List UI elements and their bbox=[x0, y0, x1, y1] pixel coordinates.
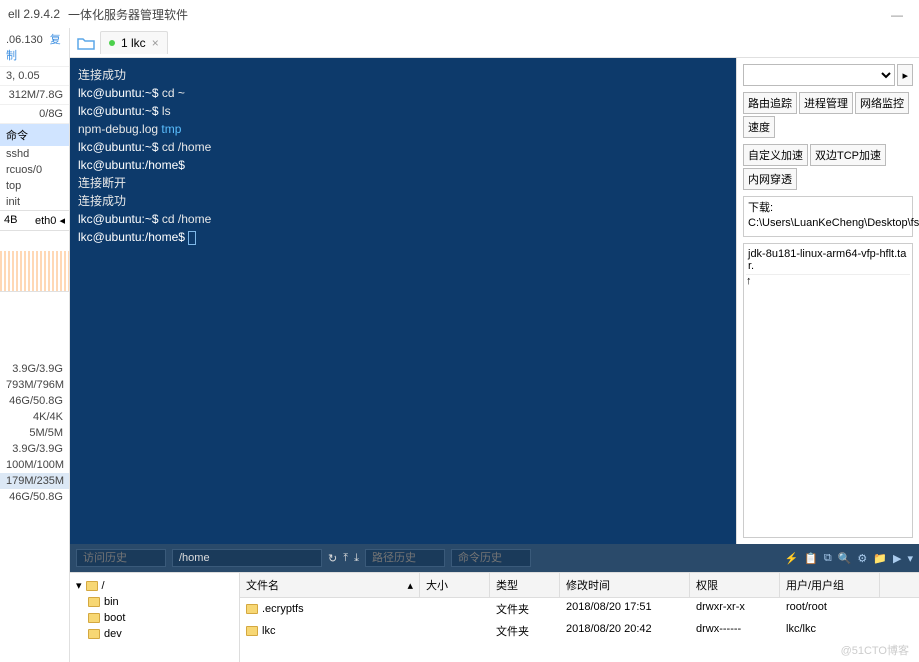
sidebar-loadavg: 3, 0.05 bbox=[0, 67, 69, 86]
tree-node[interactable]: bin bbox=[74, 594, 235, 610]
sidebar: .06.130 复制 3, 0.05 312M/7.8G 0/8G 命令 ssh… bbox=[0, 28, 70, 662]
cmd-history-input[interactable] bbox=[451, 549, 531, 567]
sidebar-graph1 bbox=[0, 231, 69, 291]
sidebar-stat: 179M/235M bbox=[0, 473, 69, 489]
sidebar-stat: 793M/796M bbox=[0, 377, 69, 393]
sidebar-eth: 4B eth0 ◂ bbox=[0, 210, 69, 231]
visit-history-input[interactable] bbox=[76, 549, 166, 567]
file-tree[interactable]: ▾/binbootdev bbox=[70, 573, 240, 662]
upload-arrow-icon: ↑ bbox=[746, 275, 910, 287]
search-icon[interactable]: 🔍 bbox=[838, 552, 852, 565]
tree-node[interactable]: boot bbox=[74, 610, 235, 626]
download-info: 下载: C:\Users\LuanKeCheng\Desktop\fsdownl… bbox=[743, 196, 913, 237]
sidebar-graph2 bbox=[0, 291, 69, 361]
tool-button[interactable]: 自定义加速 bbox=[743, 144, 808, 166]
terminal[interactable]: 连接成功lkc@ubuntu:~$ cd ~lkc@ubuntu:~$ lsnp… bbox=[70, 58, 736, 544]
tool-button[interactable]: 内网穿透 bbox=[743, 168, 797, 190]
close-icon[interactable]: × bbox=[152, 36, 159, 50]
tab-session[interactable]: 1 lkc × bbox=[100, 31, 168, 54]
chevron-down-icon[interactable]: ▾ bbox=[907, 552, 913, 565]
table-row[interactable]: .ecryptfs文件夹2018/08/20 17:51drwxr-xr-xro… bbox=[240, 598, 919, 620]
tool-button[interactable]: 进程管理 bbox=[799, 92, 853, 114]
upload-icon[interactable]: ⤒ bbox=[343, 552, 348, 565]
sidebar-stat: 3.9G/3.9G bbox=[0, 361, 69, 377]
file-browser: ▾/binbootdev 文件名 ▴ 大小 类型 修改时间 权限 用户/用户组 … bbox=[70, 572, 919, 662]
watermark: @51CTO博客 bbox=[841, 642, 909, 658]
sidebar-process[interactable]: top bbox=[0, 178, 69, 194]
col-perm[interactable]: 权限 bbox=[690, 573, 780, 597]
clipboard-icon[interactable]: 📋 bbox=[804, 552, 818, 565]
transfer-file[interactable]: jdk-8u181-linux-arm64-vfp-hflt.tar. bbox=[746, 246, 910, 275]
sidebar-stat: 4K/4K bbox=[0, 409, 69, 425]
sidebar-stat: 46G/50.8G bbox=[0, 393, 69, 409]
file-list: 文件名 ▴ 大小 类型 修改时间 权限 用户/用户组 .ecryptfs文件夹2… bbox=[240, 573, 919, 662]
transfer-list: jdk-8u181-linux-arm64-vfp-hflt.tar. ↑ bbox=[743, 243, 913, 538]
col-type[interactable]: 类型 bbox=[490, 573, 560, 597]
tab-bar: 1 lkc × bbox=[70, 28, 919, 58]
gear-icon[interactable]: ⚙ bbox=[857, 552, 867, 565]
path-input[interactable] bbox=[172, 549, 322, 567]
sidebar-ip: .06.130 复制 bbox=[0, 28, 69, 67]
col-name[interactable]: 文件名 ▴ bbox=[240, 573, 420, 597]
sidebar-process[interactable]: rcuos/0 bbox=[0, 162, 69, 178]
titlebar: ell 2.9.4.2 一体化服务器管理软件 — bbox=[0, 0, 919, 28]
open-folder-icon[interactable] bbox=[76, 34, 96, 52]
sidebar-stat: 5M/5M bbox=[0, 425, 69, 441]
tool-button[interactable]: 速度 bbox=[743, 116, 775, 138]
col-mtime[interactable]: 修改时间 bbox=[560, 573, 690, 597]
col-owner[interactable]: 用户/用户组 bbox=[780, 573, 880, 597]
sidebar-cmd-header: 命令 bbox=[0, 124, 69, 146]
sidebar-process[interactable]: init bbox=[0, 194, 69, 210]
table-row[interactable]: lkc文件夹2018/08/20 20:42drwx------lkc/lkc bbox=[240, 620, 919, 642]
status-bar: ↻ ⤒ ⤓ ⚡ 📋 ⧉ 🔍 ⚙ 📁 ▶ ▾ bbox=[70, 544, 919, 572]
col-size[interactable]: 大小 bbox=[420, 573, 490, 597]
refresh-icon[interactable]: ↻ bbox=[328, 552, 337, 565]
sidebar-stat: 46G/50.8G bbox=[0, 489, 69, 505]
tab-label: 1 lkc bbox=[121, 36, 146, 50]
sidebar-stats: 3.9G/3.9G793M/796M46G/50.8G4K/4K5M/5M3.9… bbox=[0, 361, 69, 505]
sidebar-stat: 3.9G/3.9G bbox=[0, 441, 69, 457]
bolt-icon[interactable]: ⚡ bbox=[784, 552, 798, 565]
tree-node[interactable]: ▾/ bbox=[74, 577, 235, 594]
tool-dropdown[interactable] bbox=[743, 64, 895, 86]
folder-icon[interactable]: 📁 bbox=[873, 552, 887, 565]
play-icon[interactable]: ▶ bbox=[893, 552, 901, 565]
path-history-input[interactable] bbox=[365, 549, 445, 567]
minimize-icon[interactable]: — bbox=[891, 8, 903, 22]
tool-go-button[interactable]: ▸ bbox=[897, 64, 913, 86]
sidebar-mem2: 0/8G bbox=[0, 105, 69, 124]
tool-button[interactable]: 网络监控 bbox=[855, 92, 909, 114]
tree-node[interactable]: dev bbox=[74, 626, 235, 642]
sidebar-stat: 100M/100M bbox=[0, 457, 69, 473]
app-subtitle: 一体化服务器管理软件 bbox=[68, 6, 188, 23]
copy-icon[interactable]: ⧉ bbox=[824, 552, 832, 565]
app-version: ell 2.9.4.2 bbox=[8, 7, 60, 21]
right-panel: ▸ 路由追踪进程管理网络监控速度 自定义加速双边TCP加速内网穿透 下载: C:… bbox=[736, 58, 919, 544]
sidebar-mem1: 312M/7.8G bbox=[0, 86, 69, 105]
status-dot-icon bbox=[109, 40, 115, 46]
tool-button[interactable]: 路由追踪 bbox=[743, 92, 797, 114]
sidebar-process[interactable]: sshd bbox=[0, 146, 69, 162]
tool-button[interactable]: 双边TCP加速 bbox=[810, 144, 886, 166]
download-icon[interactable]: ⤓ bbox=[354, 552, 359, 565]
